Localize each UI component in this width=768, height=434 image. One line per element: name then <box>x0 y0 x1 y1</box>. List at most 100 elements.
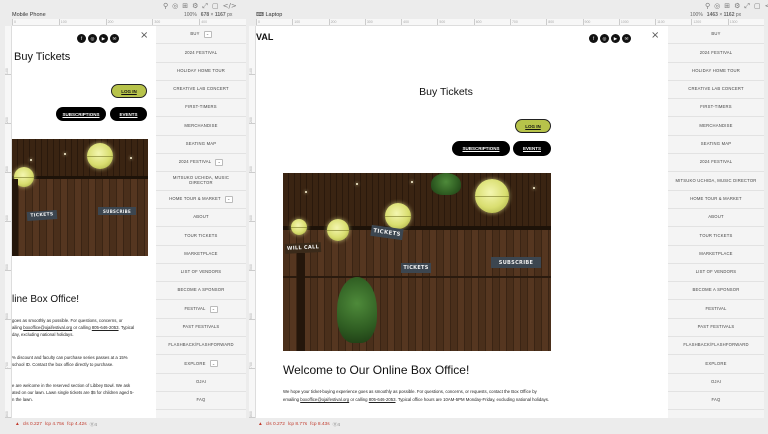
menu-item[interactable]: ABOUT <box>156 209 246 228</box>
menu-item[interactable]: MARKETPLACE <box>156 246 246 264</box>
menu-item[interactable]: FIRST-TIMERS <box>668 99 764 118</box>
email-link[interactable]: boxoffice@ojaifestival.org <box>23 325 72 330</box>
frame-icon[interactable]: ▢ <box>754 2 761 11</box>
height-value[interactable]: 1162 <box>724 12 735 18</box>
target-icon[interactable]: ◎ <box>714 2 720 11</box>
issue-count[interactable]: ⓪4 <box>90 421 97 428</box>
menu-item[interactable]: SEATING MAP <box>668 136 764 155</box>
menu-item-label: SEATING MAP <box>185 141 217 147</box>
chevron-down-icon[interactable]: ⌄ <box>215 159 224 167</box>
inspect-icon[interactable]: ⚲ <box>705 2 710 11</box>
menu-item[interactable]: LIST OF VENDORS <box>668 264 764 283</box>
menu-item-label: MITSUKO UCHIDA, MUSIC DIRECTOR <box>172 175 230 186</box>
target-icon[interactable]: ◎ <box>172 2 178 11</box>
menu-item-label: CREATIVE LAB CONCERT <box>173 86 229 92</box>
menu-item[interactable]: 2024 FESTIVAL <box>668 154 764 173</box>
zoom-level[interactable]: 100% <box>690 12 703 18</box>
menu-item[interactable]: EXPLORE <box>668 355 764 374</box>
menu-item[interactable]: MITSUKO UCHIDA, MUSIC DIRECTOR <box>668 172 764 191</box>
menu-item[interactable]: FAQ <box>156 392 246 411</box>
phone-link[interactable]: 805-646-2053 <box>92 325 119 330</box>
menu-item[interactable]: HOLIDAY HOME TOUR <box>156 63 246 81</box>
close-icon[interactable]: × <box>140 30 148 41</box>
youtube-icon[interactable]: ▶ <box>99 34 108 43</box>
facebook-icon[interactable]: f <box>589 34 598 43</box>
zoom-level[interactable]: 100% <box>184 12 197 18</box>
menu-item[interactable]: 2024 FESTIVAL <box>156 44 246 63</box>
chevron-down-icon[interactable]: ⌄ <box>224 195 233 203</box>
code-icon[interactable]: </> <box>765 2 768 11</box>
grid-icon[interactable]: ⊞ <box>724 2 730 11</box>
width-value[interactable]: 1463 <box>707 12 718 18</box>
login-button[interactable]: LOG IN <box>111 84 147 98</box>
menu-item[interactable]: BECOME A SPONSOR <box>156 282 246 301</box>
menu-item-label: BECOME A SPONSOR <box>692 287 740 293</box>
menu-item[interactable]: LIST OF VENDORS <box>156 264 246 283</box>
menu-item[interactable]: 2024 FESTIVAL ⌄ <box>156 154 246 173</box>
menu-item[interactable]: HOLIDAY HOME TOUR <box>668 63 764 81</box>
mobile-frame-toolbar: ⚲ ◎ ⊞ ⚙ ⤢ ▢ </> <box>163 2 237 11</box>
instagram-icon[interactable]: ◎ <box>600 34 609 43</box>
menu-item-label: HOME TOUR & MARKET <box>169 195 221 201</box>
grid-icon[interactable]: ⊞ <box>182 2 188 11</box>
menu-item[interactable]: HOME TOUR & MARKET <box>668 191 764 209</box>
instagram-icon[interactable]: ◎ <box>88 34 97 43</box>
menu-item[interactable]: FLASHBACK/FLASHFORWARD <box>668 337 764 356</box>
close-icon[interactable]: × <box>651 30 659 41</box>
menu-item[interactable]: PAST FESTIVALS <box>156 319 246 338</box>
phone-link[interactable]: 805-646-2053 <box>369 397 396 402</box>
menu-item[interactable]: PAST FESTIVALS <box>668 319 764 338</box>
issue-count[interactable]: ⓪4 <box>333 421 340 428</box>
facebook-icon[interactable]: f <box>77 34 86 43</box>
subscriptions-button[interactable]: SUBSCRIPTIONS <box>452 141 510 156</box>
frame-icon[interactable]: ▢ <box>212 2 219 11</box>
width-value[interactable]: 678 <box>201 12 209 18</box>
chevron-down-icon[interactable]: ⌄ <box>209 360 218 368</box>
events-button[interactable]: EVENTS <box>513 141 551 156</box>
email-icon[interactable]: ✉ <box>110 34 119 43</box>
settings-icon[interactable]: ⚙ <box>734 2 740 11</box>
menu-item-label: FESTIVAL <box>184 305 206 311</box>
menu-item[interactable]: FIRST-TIMERS <box>156 99 246 118</box>
expand-icon[interactable]: ⤢ <box>202 2 208 11</box>
menu-item[interactable]: MARKETPLACE <box>668 246 764 264</box>
chevron-down-icon[interactable]: ⌄ <box>203 31 212 39</box>
code-icon[interactable]: </> <box>223 2 237 11</box>
menu-item[interactable]: FAQ <box>668 392 764 411</box>
menu-item[interactable]: TOUR TICKETS <box>156 227 246 246</box>
menu-item[interactable]: BUY <box>668 26 764 45</box>
menu-item[interactable]: 2024 FESTIVAL <box>668 44 764 63</box>
youtube-icon[interactable]: ▶ <box>611 34 620 43</box>
login-button[interactable]: LOG IN <box>515 119 551 133</box>
menu-item[interactable]: FESTIVAL <box>668 300 764 319</box>
menu-item[interactable]: HOME TOUR & MARKET ⌄ <box>156 191 246 209</box>
menu-item[interactable]: OJAI <box>668 374 764 392</box>
menu-item[interactable]: MITSUKO UCHIDA, MUSIC DIRECTOR <box>156 172 246 191</box>
settings-icon[interactable]: ⚙ <box>192 2 198 11</box>
menu-item[interactable]: CREATIVE LAB CONCERT <box>156 81 246 100</box>
ruler-tick: 400 <box>5 173 11 222</box>
warning-icon: ▲ <box>15 422 20 427</box>
subscriptions-button[interactable]: SUBSCRIPTIONS <box>56 107 106 121</box>
menu-item[interactable]: FLASHBACK/FLASHFORWARD <box>156 337 246 356</box>
brand-logo[interactable]: VAL <box>256 32 273 42</box>
menu-item[interactable]: OJAI <box>156 374 246 392</box>
menu-item[interactable]: BUY ⌄ <box>156 26 246 45</box>
menu-item[interactable]: ABOUT <box>668 209 764 228</box>
menu-item[interactable]: CREATIVE LAB CONCERT <box>668 81 764 100</box>
menu-item[interactable]: TOUR TICKETS <box>668 227 764 246</box>
chevron-down-icon[interactable]: ⌄ <box>209 305 218 313</box>
height-value[interactable]: 1167 <box>215 12 226 18</box>
menu-item[interactable]: FESTIVAL ⌄ <box>156 300 246 319</box>
email-icon[interactable]: ✉ <box>622 34 631 43</box>
menu-item[interactable]: BECOME A SPONSOR <box>668 282 764 301</box>
ruler-tick: 300 <box>249 124 255 173</box>
email-link[interactable]: boxoffice@ojaifestival.org <box>300 397 349 402</box>
events-button[interactable]: EVENTS <box>110 107 147 121</box>
menu-item[interactable]: MERCHANDISE <box>668 117 764 136</box>
menu-item[interactable]: MERCHANDISE <box>156 117 246 136</box>
expand-icon[interactable]: ⤢ <box>744 2 750 11</box>
menu-item[interactable]: SEATING MAP <box>156 136 246 155</box>
inspect-icon[interactable]: ⚲ <box>163 2 168 11</box>
menu-item[interactable]: EXPLORE ⌄ <box>156 355 246 374</box>
